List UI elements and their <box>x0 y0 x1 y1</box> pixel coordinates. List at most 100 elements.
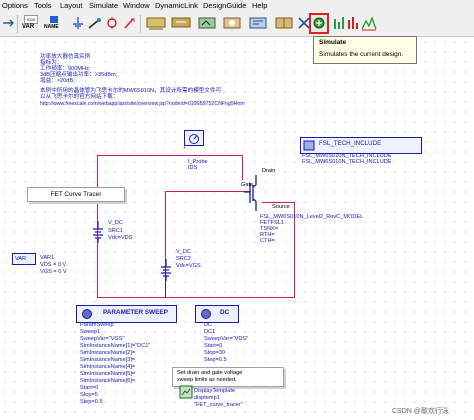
simulate-button[interactable] <box>309 13 329 34</box>
display-line: disptemp1 <box>194 395 220 401</box>
menu-tools[interactable]: Tools <box>34 1 52 10</box>
dc-simulation-component[interactable]: DC <box>195 305 239 323</box>
sweep-note-box[interactable]: Set drain and gate voltage sweep limits … <box>172 367 284 387</box>
sweep-line: SweepVar="VGS" <box>80 336 125 342</box>
dc-line: Step=0.5 <box>204 357 227 363</box>
drain-label: Drain <box>262 168 276 174</box>
src2-line: V_DC <box>176 249 191 255</box>
tooltip-title: Simulate <box>319 39 347 46</box>
sweep-line: Start=0 <box>80 385 99 391</box>
sweep-icon[interactable] <box>196 15 218 32</box>
sweep-title: PARAMETER SWEEP <box>103 309 168 316</box>
sweep-line: SimInstanceName[5]= <box>80 371 136 377</box>
arrow-icon[interactable] <box>1 15 17 32</box>
display-line: "FET_curve_tracer" <box>194 402 243 408</box>
sweep-note-line: sweep limits as needed. <box>177 377 237 383</box>
parameter-sweep-component[interactable]: PARAMETER SWEEP <box>76 305 177 323</box>
transistor-symbol[interactable] <box>244 175 268 211</box>
name-label: NAME <box>44 24 59 30</box>
sweep-line: SimInstanceName[3]= <box>80 357 136 363</box>
optimize-icon[interactable] <box>332 15 346 32</box>
wire <box>97 155 243 156</box>
wire <box>97 297 295 298</box>
include-component[interactable]: FSL_TECH_INCLUDE <box>300 137 422 154</box>
dc-icon <box>201 309 211 319</box>
transistor-line: CTH= <box>260 238 275 244</box>
sweep-icon <box>82 309 92 319</box>
schematic-canvas[interactable]: 功率放大器仿真实例 指标为： 工作频率：900MHz; 3dB压缩点输出功率：>… <box>0 37 474 420</box>
wire <box>165 191 166 269</box>
menu-designguide[interactable]: DesignGuide <box>203 1 246 10</box>
simulate-icon <box>313 17 325 29</box>
sweep-line: SimInstanceName[1]="DC1" <box>80 343 151 349</box>
menu-window[interactable]: Window <box>123 1 150 10</box>
component3-icon[interactable] <box>273 15 295 32</box>
ground-icon[interactable] <box>70 15 86 32</box>
display-template-icon[interactable] <box>179 385 193 399</box>
sweep-line: SimInstanceName[2]= <box>80 350 136 356</box>
wire-icon[interactable] <box>87 15 103 32</box>
sweep-line: SimInstanceName[4]= <box>80 364 136 370</box>
port-icon[interactable] <box>104 15 120 32</box>
include-line: FSL_MW6S010N_TECH_INCLUDE <box>302 159 392 165</box>
menu-layout[interactable]: Layout <box>60 1 83 10</box>
dc-line: Start=0 <box>204 343 223 349</box>
var-icon[interactable]: 0110 VAR <box>22 15 39 32</box>
tune-param-icon[interactable] <box>346 15 360 32</box>
menu-dynamiclink[interactable]: DynamicLink <box>155 1 198 10</box>
layout-icon[interactable] <box>247 15 269 32</box>
dc-source-symbol[interactable] <box>92 221 104 243</box>
name-icon[interactable]: NAME <box>44 15 66 32</box>
meter-icon <box>189 134 199 144</box>
sweep-line: ParamSweep <box>80 322 114 328</box>
sweep-note-line: Set drain and gate voltage <box>177 370 243 376</box>
var-component[interactable]: VAR <box>12 253 36 265</box>
dc-line: DC1 <box>204 329 216 335</box>
dc-line: Stop=30 <box>204 350 225 356</box>
component-icon[interactable] <box>145 15 167 32</box>
menu-simulate[interactable]: Simulate <box>89 1 118 10</box>
probe-name: IDS <box>188 165 198 171</box>
toolbar: 0110 VAR NAME <box>0 12 474 37</box>
pin-icon[interactable] <box>121 15 137 32</box>
data-display-icon[interactable] <box>361 15 377 32</box>
dc-line: SweepVar="VDS" <box>204 336 249 342</box>
dc-source-symbol[interactable] <box>160 259 172 281</box>
src1-line: SRC1 <box>108 228 123 234</box>
note-line: 以从飞思卡尔的官方网站下载： <box>40 94 119 100</box>
tune-icon[interactable] <box>221 15 243 32</box>
src2-line: SRC2 <box>176 256 191 262</box>
simulate-tooltip: Simulate Simulates the current design. <box>313 36 417 64</box>
var-label: VAR <box>22 24 35 30</box>
source-label: Source <box>272 204 290 210</box>
display-line: DisplayTemplate <box>194 388 236 394</box>
tooltip-description: Simulates the current design. <box>319 51 404 58</box>
src1-line: V_DC <box>108 220 123 226</box>
src2-line: Vdc=VGS <box>176 263 201 269</box>
dc-title: DC <box>220 309 230 316</box>
dc-line: DC <box>204 322 213 328</box>
var-line: VGS = 0 V <box>40 269 67 275</box>
sweep-line: Step=0.5 <box>80 399 103 405</box>
wire <box>165 191 251 192</box>
gate-label: Gate <box>241 182 254 188</box>
fet-curve-tracer-box[interactable]: FET Curve Tracer <box>27 187 125 202</box>
note-line: 增益：>20dB; <box>40 78 75 84</box>
var-line: VAR1 <box>40 255 55 261</box>
watermark: CSDN @歌欢行泳 <box>392 408 449 415</box>
src1-line: Vdc=VDS <box>108 235 133 241</box>
menu-help[interactable]: Help <box>252 1 267 10</box>
wire <box>242 155 243 180</box>
var-title: VAR <box>15 256 27 262</box>
probe-marker: + <box>183 145 187 151</box>
var-line: VDS = 0 V <box>40 262 67 268</box>
include-title: FSL_TECH_INCLUDE <box>319 140 382 147</box>
note-url: http://www.freescale.com/webapp/sps/site… <box>40 101 245 107</box>
sweep-line: Sweep1 <box>80 329 101 335</box>
probe-symbol[interactable] <box>184 130 204 146</box>
component2-icon[interactable] <box>170 15 192 32</box>
sweep-line: Stop=5 <box>80 392 98 398</box>
include-icon <box>303 140 315 151</box>
sweep-line: SimInstanceName[6]= <box>80 378 136 384</box>
menu-options[interactable]: Options <box>2 1 28 10</box>
